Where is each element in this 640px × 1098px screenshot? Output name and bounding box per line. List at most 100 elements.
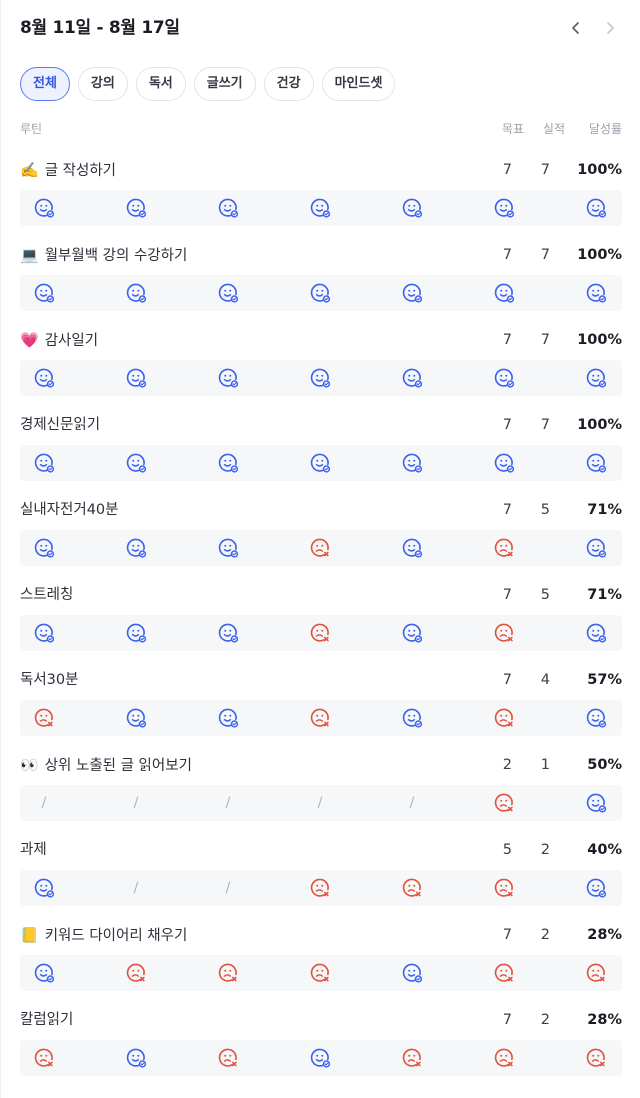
day-none-cell[interactable]: / — [297, 785, 343, 821]
day-done-cell[interactable] — [389, 615, 435, 651]
day-missed-cell[interactable] — [573, 1040, 619, 1076]
day-done-cell[interactable] — [297, 445, 343, 481]
day-done-cell[interactable] — [573, 870, 619, 906]
day-done-cell[interactable] — [21, 445, 67, 481]
day-done-cell[interactable] — [297, 360, 343, 396]
day-missed-cell[interactable] — [297, 700, 343, 736]
day-done-cell[interactable] — [481, 360, 527, 396]
routine-row[interactable]: ✍️ 글 작성하기 7 7 100% — [20, 156, 622, 238]
day-done-cell[interactable] — [113, 530, 159, 566]
day-done-cell[interactable] — [389, 360, 435, 396]
day-missed-cell[interactable] — [205, 1040, 251, 1076]
day-missed-cell[interactable] — [297, 530, 343, 566]
next-week-button[interactable] — [598, 14, 622, 42]
tab-health[interactable]: 건강 — [263, 67, 314, 101]
day-done-cell[interactable] — [297, 1040, 343, 1076]
routine-row[interactable]: 과제 5 2 40% / / — [20, 836, 622, 918]
day-missed-cell[interactable] — [297, 870, 343, 906]
day-done-cell[interactable] — [21, 955, 67, 991]
day-done-cell[interactable] — [21, 615, 67, 651]
day-done-cell[interactable] — [113, 445, 159, 481]
day-missed-cell[interactable] — [573, 955, 619, 991]
day-missed-cell[interactable] — [481, 955, 527, 991]
day-done-cell[interactable] — [573, 190, 619, 226]
day-missed-cell[interactable] — [481, 615, 527, 651]
day-done-cell[interactable] — [389, 530, 435, 566]
day-done-cell[interactable] — [113, 1040, 159, 1076]
day-missed-cell[interactable] — [297, 955, 343, 991]
day-done-cell[interactable] — [573, 530, 619, 566]
day-done-cell[interactable] — [573, 785, 619, 821]
day-done-cell[interactable] — [389, 700, 435, 736]
routine-row[interactable]: 💗 감사일기 7 7 100% — [20, 326, 622, 408]
smile-check-icon — [402, 198, 423, 218]
day-done-cell[interactable] — [205, 445, 251, 481]
day-none-cell[interactable]: / — [21, 785, 67, 821]
tab-lecture[interactable]: 강의 — [77, 67, 128, 101]
day-missed-cell[interactable] — [481, 530, 527, 566]
day-done-cell[interactable] — [573, 445, 619, 481]
day-none-cell[interactable]: / — [205, 870, 251, 906]
day-done-cell[interactable] — [113, 190, 159, 226]
routine-row[interactable]: 💻 월부월백 강의 수강하기 7 7 100% — [20, 241, 622, 323]
day-missed-cell[interactable] — [113, 955, 159, 991]
routine-row[interactable]: 실내자전거40분 7 5 71% — [20, 496, 622, 578]
day-missed-cell[interactable] — [205, 955, 251, 991]
routine-row[interactable]: 독서30분 7 4 57% — [20, 666, 622, 748]
day-missed-cell[interactable] — [389, 870, 435, 906]
day-done-cell[interactable] — [389, 190, 435, 226]
routine-row[interactable]: 📒 키워드 다이어리 채우기 7 2 28% — [20, 921, 622, 1003]
day-done-cell[interactable] — [481, 445, 527, 481]
day-done-cell[interactable] — [113, 275, 159, 311]
day-done-cell[interactable] — [21, 275, 67, 311]
day-done-cell[interactable] — [113, 615, 159, 651]
tab-all[interactable]: 전체 — [20, 67, 70, 101]
day-done-cell[interactable] — [21, 870, 67, 906]
day-missed-cell[interactable] — [481, 700, 527, 736]
smile-check-icon — [310, 283, 331, 303]
day-done-cell[interactable] — [573, 615, 619, 651]
day-none-cell[interactable]: / — [113, 870, 159, 906]
day-missed-cell[interactable] — [21, 700, 67, 736]
day-done-cell[interactable] — [573, 360, 619, 396]
day-done-cell[interactable] — [205, 530, 251, 566]
day-done-cell[interactable] — [389, 445, 435, 481]
day-done-cell[interactable] — [205, 615, 251, 651]
routine-row[interactable]: 스트레칭 7 5 71% — [20, 581, 622, 663]
routine-row[interactable]: 칼럼읽기 7 2 28% — [20, 1006, 622, 1088]
day-none-cell[interactable]: / — [205, 785, 251, 821]
routine-row[interactable]: 경제신문읽기 7 7 100% — [20, 411, 622, 493]
day-done-cell[interactable] — [481, 190, 527, 226]
day-missed-cell[interactable] — [481, 870, 527, 906]
day-done-cell[interactable] — [573, 275, 619, 311]
routine-row[interactable]: 👀 상위 노출된 글 읽어보기 2 1 50% / / / / / — [20, 751, 622, 833]
tab-reading[interactable]: 독서 — [135, 67, 186, 101]
frown-x-icon — [494, 963, 513, 982]
day-done-cell[interactable] — [113, 700, 159, 736]
day-done-cell[interactable] — [573, 700, 619, 736]
day-missed-cell[interactable] — [481, 1040, 527, 1076]
day-missed-cell[interactable] — [297, 615, 343, 651]
day-missed-cell[interactable] — [481, 785, 527, 821]
day-missed-cell[interactable] — [389, 1040, 435, 1076]
tab-writing[interactable]: 글쓰기 — [193, 67, 256, 101]
day-done-cell[interactable] — [297, 190, 343, 226]
day-done-cell[interactable] — [205, 275, 251, 311]
day-missed-cell[interactable] — [21, 1040, 67, 1076]
day-done-cell[interactable] — [21, 530, 67, 566]
day-none-cell[interactable]: / — [113, 785, 159, 821]
day-done-cell[interactable] — [481, 275, 527, 311]
day-done-cell[interactable] — [389, 275, 435, 311]
day-done-cell[interactable] — [389, 955, 435, 991]
day-done-cell[interactable] — [297, 275, 343, 311]
day-done-cell[interactable] — [205, 700, 251, 736]
day-done-cell[interactable] — [205, 360, 251, 396]
prev-week-button[interactable] — [564, 14, 588, 42]
day-none-cell[interactable]: / — [389, 785, 435, 821]
day-done-cell[interactable] — [21, 360, 67, 396]
day-done-cell[interactable] — [113, 360, 159, 396]
day-done-cell[interactable] — [21, 190, 67, 226]
routine-goal: 7 — [502, 162, 512, 178]
tab-mindset[interactable]: 마인드셋 — [321, 67, 396, 101]
day-done-cell[interactable] — [205, 190, 251, 226]
